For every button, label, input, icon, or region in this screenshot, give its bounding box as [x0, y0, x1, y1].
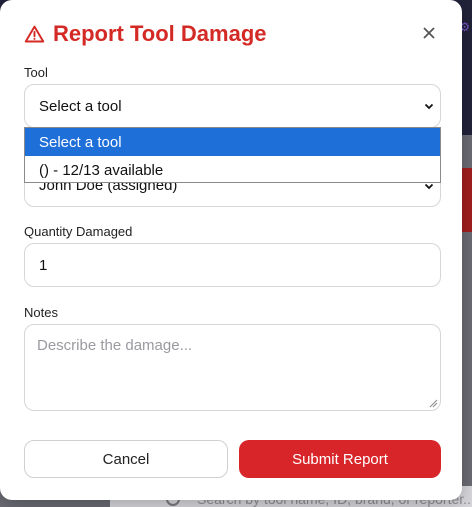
tool-select[interactable]: Select a tool: [24, 84, 441, 128]
quantity-input[interactable]: 1: [24, 243, 441, 287]
resize-grip-icon[interactable]: [428, 398, 438, 408]
tool-select-value: Select a tool: [39, 97, 122, 115]
report-damage-modal: Report Tool Damage Tool Select a tool Se…: [0, 0, 462, 500]
submit-report-button[interactable]: Submit Report: [239, 440, 441, 478]
quantity-label: Quantity Damaged: [24, 224, 133, 239]
notes-placeholder: Describe the damage...: [37, 337, 193, 354]
chevron-down-icon: [424, 103, 434, 110]
tool-option[interactable]: Select a tool: [25, 128, 440, 156]
modal-title: Report Tool Damage: [53, 21, 267, 46]
notes-textarea[interactable]: Describe the damage...: [24, 324, 441, 411]
close-button[interactable]: [418, 22, 440, 44]
close-icon: [423, 27, 435, 39]
cancel-button[interactable]: Cancel: [24, 440, 228, 478]
modal-header: Report Tool Damage: [24, 20, 267, 48]
tool-option[interactable]: () - 12/13 available: [25, 156, 440, 184]
tool-label: Tool: [24, 65, 48, 80]
tool-dropdown-list: Select a tool () - 12/13 available: [24, 127, 441, 183]
warning-triangle-icon: [24, 25, 45, 42]
notes-label: Notes: [24, 305, 58, 320]
quantity-value: 1: [39, 256, 48, 274]
